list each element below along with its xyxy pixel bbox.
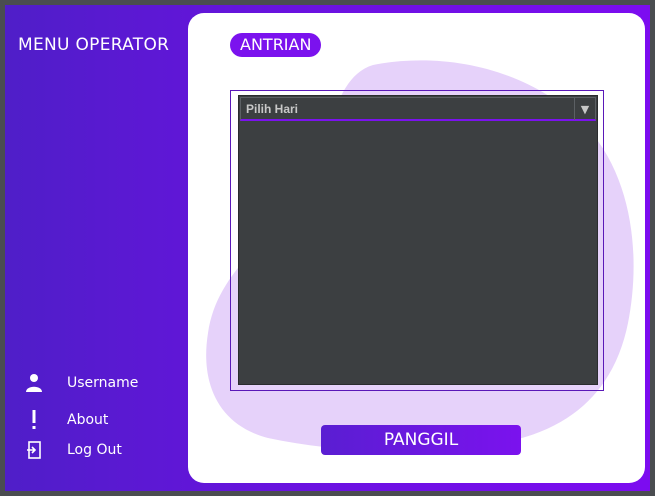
- queue-table[interactable]: Pilih Hari ▼: [238, 95, 598, 385]
- chevron-down-icon[interactable]: ▼: [574, 98, 595, 120]
- sidebar-title: MENU OPERATOR: [18, 35, 170, 55]
- logout-icon: [23, 439, 45, 461]
- sidebar-item-about[interactable]: About: [23, 409, 108, 431]
- sidebar-item-logout[interactable]: Log Out: [23, 439, 122, 461]
- sidebar-item-label: Log Out: [67, 442, 122, 458]
- call-button[interactable]: PANGGIL: [321, 425, 521, 455]
- app-window: MENU OPERATOR Username About Log Out ANT…: [5, 5, 650, 491]
- day-select-value: Pilih Hari: [246, 102, 299, 116]
- sidebar-item-label: Username: [67, 375, 139, 391]
- sidebar-item-username[interactable]: Username: [23, 372, 138, 394]
- queue-table-frame: Pilih Hari ▼: [230, 90, 604, 391]
- user-icon: [23, 372, 45, 394]
- main-panel: ANTRIAN Pilih Hari ▼ PANGGIL: [188, 13, 645, 483]
- exclamation-icon: [23, 409, 45, 431]
- section-label-antrian: ANTRIAN: [230, 33, 322, 57]
- day-select[interactable]: Pilih Hari ▼: [240, 97, 596, 121]
- sidebar-item-label: About: [67, 412, 109, 428]
